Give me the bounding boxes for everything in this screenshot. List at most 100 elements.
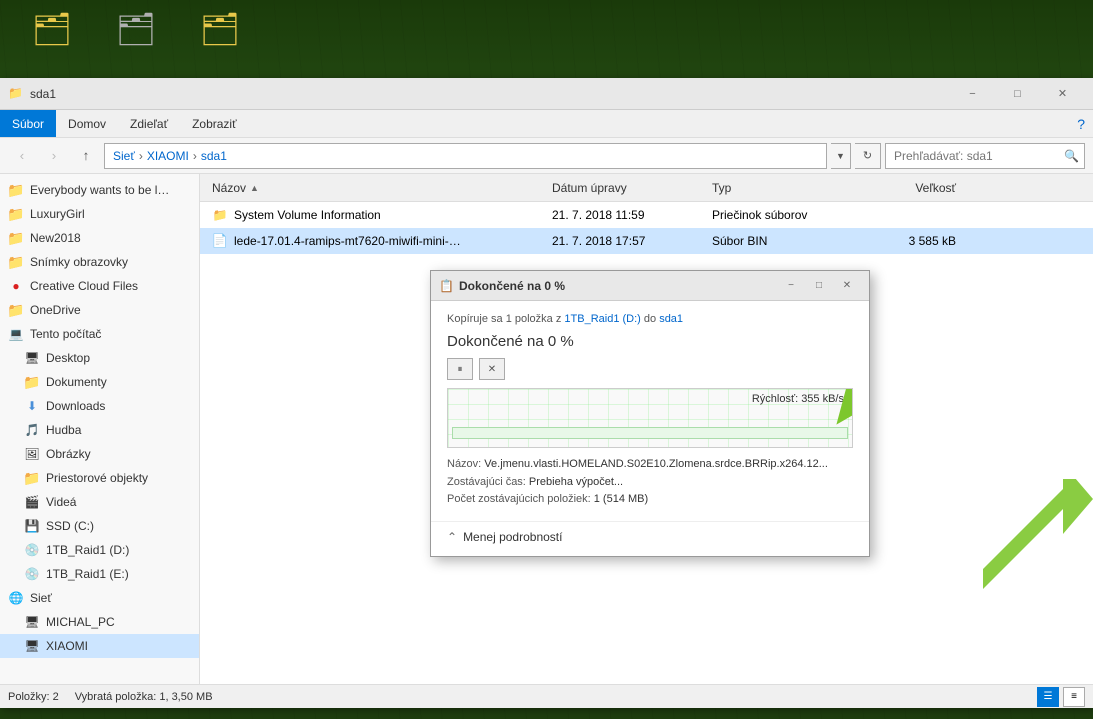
file-date-cell: 21. 7. 2018 11:59: [544, 208, 704, 222]
sidebar-item-priestorove[interactable]: 📁 Priestorové objekty: [0, 466, 199, 490]
pause-icon: ⏸: [458, 364, 463, 375]
pause-button[interactable]: ⏸: [447, 358, 473, 380]
sidebar-label: OneDrive: [30, 303, 81, 317]
detail-view-button[interactable]: ≡: [1063, 687, 1085, 707]
desktop-icon-1[interactable]: 🗂: [20, 10, 84, 48]
address-bar[interactable]: Sieť › XIAOMI › sda1: [104, 143, 827, 169]
sidebar-item-raid1-d[interactable]: 💿 1TB_Raid1 (D:): [0, 538, 199, 562]
refresh-button[interactable]: ↻: [855, 143, 881, 169]
sidebar-item-everybody[interactable]: 📁 Everybody wants to be l…: [0, 178, 199, 202]
sidebar: 📁 Everybody wants to be l… 📁 LuxuryGirl …: [0, 174, 200, 684]
close-button[interactable]: ✕: [1040, 78, 1085, 110]
menu-bar: Súbor Domov Zdieľať Zobraziť ?: [0, 110, 1093, 138]
view-controls: ☰ ≡: [1037, 687, 1085, 707]
sidebar-label: Hudba: [46, 423, 81, 437]
less-details-button[interactable]: ⌃ Menej podrobností: [447, 530, 562, 544]
folder-icon: 📁: [212, 207, 228, 223]
maximize-icon: □: [816, 280, 822, 291]
file-type-cell: Súbor BIN: [704, 234, 864, 248]
address-dropdown-button[interactable]: ▼: [831, 143, 851, 169]
sidebar-item-onedrive[interactable]: 📁 OneDrive: [0, 298, 199, 322]
sidebar-item-hudba[interactable]: 🎵 Hudba: [0, 418, 199, 442]
sidebar-item-desktop[interactable]: 🖥 Desktop: [0, 346, 199, 370]
file-name-cell: 📄 lede-17.01.4-ramips-mt7620-miwifi-mini…: [204, 233, 544, 249]
file-size-cell: 3 585 kB: [864, 234, 964, 248]
sidebar-label: SSD (C:): [46, 519, 94, 533]
sidebar-label: XIAOMI: [46, 639, 88, 653]
dialog-body: Kopíruje sa 1 položka z 1TB_Raid1 (D:) d…: [431, 301, 869, 521]
back-button[interactable]: ‹: [8, 142, 36, 170]
sidebar-label: Dokumenty: [46, 375, 107, 389]
network-icon: 🌐: [8, 590, 24, 606]
folder-icon: 📁: [8, 254, 24, 270]
table-row[interactable]: 📁 System Volume Information 21. 7. 2018 …: [200, 202, 1093, 228]
list-view-icon: ☰: [1044, 691, 1053, 702]
breadcrumb-xiaomi[interactable]: XIAOMI: [147, 149, 189, 163]
menu-zobrazit[interactable]: Zobraziť: [180, 110, 249, 137]
dialog-title: Dokončené na 0 %: [459, 279, 777, 293]
table-row[interactable]: 📄 lede-17.01.4-ramips-mt7620-miwifi-mini…: [200, 228, 1093, 254]
stop-button[interactable]: ✕: [479, 358, 505, 380]
col-header-type[interactable]: Typ: [704, 181, 864, 195]
sidebar-item-dokumenty[interactable]: 📁 Dokumenty: [0, 370, 199, 394]
remaining-time-info: Zostávajúci čas: Prebieha výpočet...: [447, 474, 853, 492]
sidebar-item-snimky[interactable]: 📁 Snímky obrazovky: [0, 250, 199, 274]
list-view-button[interactable]: ☰: [1037, 687, 1059, 707]
file-name-cell: 📁 System Volume Information: [204, 207, 544, 223]
dialog-maximize-button[interactable]: □: [805, 272, 833, 300]
selected-info: Vybratá položka: 1, 3,50 MB: [75, 691, 213, 703]
dialog-icon: 📋: [439, 279, 453, 293]
progress-controls: ⏸ ✕: [447, 358, 853, 380]
search-input[interactable]: [885, 143, 1085, 169]
sidebar-item-siet[interactable]: 🌐 Sieť: [0, 586, 199, 610]
dest-link[interactable]: sda1: [659, 313, 683, 325]
help-button[interactable]: ?: [1077, 116, 1085, 132]
remaining-items-info: Počet zostávajúcich položiek: 1 (514 MB): [447, 491, 853, 509]
col-header-name[interactable]: Názov ▲: [204, 181, 544, 195]
sidebar-item-xiaomi[interactable]: 🖥 XIAOMI: [0, 634, 199, 658]
menu-subor[interactable]: Súbor: [0, 110, 56, 137]
menu-zdielat[interactable]: Zdieľať: [118, 110, 180, 137]
progress-bar-track: [452, 427, 848, 439]
up-button[interactable]: ↑: [72, 142, 100, 170]
sidebar-item-videa[interactable]: 🎬 Videá: [0, 490, 199, 514]
sidebar-label: MICHAL_PC: [46, 615, 115, 629]
desktop-icons: 🗂 🗂 🗂: [20, 10, 252, 48]
sidebar-label: Desktop: [46, 351, 90, 365]
sidebar-item-ssd-c[interactable]: 💾 SSD (C:): [0, 514, 199, 538]
sidebar-label: Sieť: [30, 591, 52, 605]
detail-view-icon: ≡: [1071, 691, 1077, 702]
source-link[interactable]: 1TB_Raid1 (D:): [564, 313, 640, 325]
dialog-minimize-button[interactable]: −: [777, 272, 805, 300]
desktop-icon-2[interactable]: 🗂: [104, 10, 168, 48]
sidebar-item-cc[interactable]: ● Creative Cloud Files: [0, 274, 199, 298]
sidebar-item-tento-pc[interactable]: 💻 Tento počítač: [0, 322, 199, 346]
maximize-button[interactable]: □: [995, 78, 1040, 110]
sidebar-item-michal-pc[interactable]: 🖥 MICHAL_PC: [0, 610, 199, 634]
sidebar-item-obrazky[interactable]: 🖼 Obrázky: [0, 442, 199, 466]
refresh-icon: ↻: [863, 149, 872, 162]
col-header-date[interactable]: Dátum úpravy: [544, 181, 704, 195]
drive-icon: 💾: [24, 518, 40, 534]
minimize-icon: −: [788, 280, 794, 291]
forward-button[interactable]: ›: [40, 142, 68, 170]
desktop-icon: 🖥: [24, 350, 40, 366]
folder-icon: 🗂: [32, 10, 73, 48]
sidebar-item-new2018[interactable]: 📁 New2018: [0, 226, 199, 250]
folder-icon: 📁: [8, 230, 24, 246]
col-header-size[interactable]: Veľkosť: [864, 181, 964, 195]
minimize-button[interactable]: −: [950, 78, 995, 110]
file-date-cell: 21. 7. 2018 17:57: [544, 234, 704, 248]
menu-domov[interactable]: Domov: [56, 110, 118, 137]
maximize-icon: □: [1014, 88, 1021, 100]
sidebar-item-luxurygirl[interactable]: 📁 LuxuryGirl: [0, 202, 199, 226]
sidebar-item-raid1-e[interactable]: 💿 1TB_Raid1 (E:): [0, 562, 199, 586]
breadcrumb-sda1[interactable]: sda1: [201, 149, 227, 163]
computer-icon: 💻: [8, 326, 24, 342]
breadcrumb-network[interactable]: Sieť: [113, 149, 135, 163]
sidebar-label: LuxuryGirl: [30, 207, 85, 221]
desktop-icon-3[interactable]: 🗂: [188, 10, 252, 48]
sidebar-item-downloads[interactable]: ⬇ Downloads: [0, 394, 199, 418]
dialog-close-button[interactable]: ✕: [833, 272, 861, 300]
sidebar-label: New2018: [30, 231, 81, 245]
